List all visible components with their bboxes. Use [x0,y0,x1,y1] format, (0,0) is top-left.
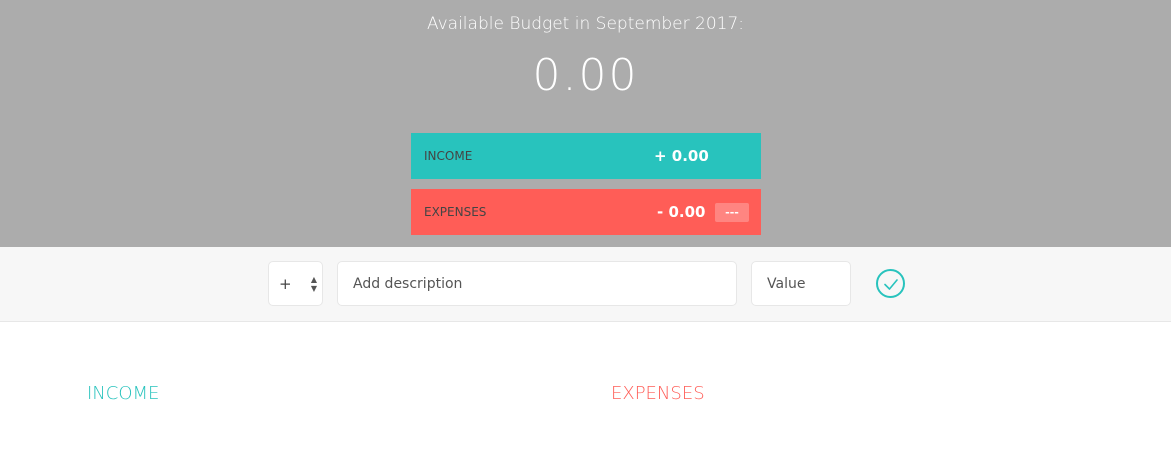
budget-title: Available Budget in September 2017: [426,14,745,34]
checkmark-icon [883,278,898,290]
value-input[interactable] [751,261,851,306]
budget-header: Available Budget in September 2017: 0.00… [0,0,1171,247]
add-item-bar: + ▲ ▼ [0,247,1171,322]
description-input[interactable] [337,261,737,306]
expenses-summary-label: EXPENSES [424,205,487,219]
expenses-summary: EXPENSES - 0.00 --- [411,189,761,235]
expenses-list-title: Expenses [611,383,705,404]
type-select[interactable]: + ▲ ▼ [268,261,323,306]
expenses-percentage-badge: --- [715,203,749,222]
income-list-title: Income [87,383,160,404]
add-button[interactable] [876,269,905,298]
income-summary: INCOME + 0.00 [411,133,761,179]
expenses-summary-value: - 0.00 [657,203,706,221]
income-summary-label: INCOME [424,149,473,163]
select-arrows-icon: ▲ ▼ [310,275,317,293]
income-summary-value: + 0.00 [654,147,709,165]
budget-value: 0.00 [532,50,639,101]
type-select-value: + [279,274,292,293]
